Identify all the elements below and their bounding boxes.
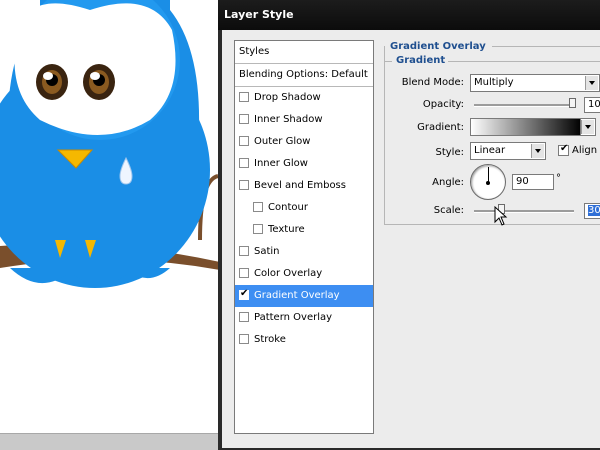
style-item-label: Stroke	[254, 334, 286, 345]
style-item[interactable]: Inner Shadow	[235, 109, 373, 131]
style-item-label: Drop Shadow	[254, 92, 321, 103]
gradient-picker-dropdown[interactable]	[580, 118, 596, 136]
style-item[interactable]: Stroke	[235, 329, 373, 351]
angle-input[interactable]: 90	[512, 174, 554, 190]
style-item-label: Contour	[268, 202, 308, 213]
group-divider-right	[448, 61, 600, 62]
align-checkbox[interactable]: ✔	[558, 143, 569, 156]
group-divider-left	[384, 61, 392, 62]
styles-list: Styles Blending Options: Default Drop Sh…	[234, 40, 374, 434]
style-item-label: Pattern Overlay	[254, 312, 333, 323]
document-canvas	[0, 0, 220, 450]
style-item-checkbox[interactable]	[253, 202, 263, 212]
style-item[interactable]: Contour	[235, 197, 373, 219]
scale-slider-track[interactable]	[474, 210, 574, 213]
scale-label: Scale:	[433, 205, 464, 216]
style-item-checkbox[interactable]: ✔	[239, 288, 249, 300]
canvas-bottom-bar	[0, 433, 220, 450]
check-icon: ✔	[560, 143, 569, 154]
angle-label: Angle:	[432, 177, 464, 188]
mouse-cursor-icon	[494, 206, 508, 226]
style-item-checkbox[interactable]	[239, 312, 249, 322]
degree-symbol: °	[556, 173, 561, 184]
dialog-titlebar[interactable]: Layer Style	[218, 0, 600, 30]
layer-style-dialog: Layer Style Styles Blending Options: Def…	[218, 0, 600, 450]
style-item[interactable]: Satin	[235, 241, 373, 263]
style-item[interactable]: Texture	[235, 219, 373, 241]
opacity-input[interactable]: 100	[584, 97, 600, 113]
gradient-label: Gradient:	[417, 122, 464, 133]
style-item[interactable]: Drop Shadow	[235, 87, 373, 109]
style-item[interactable]: Inner Glow	[235, 153, 373, 175]
style-item-label: Inner Glow	[254, 158, 308, 169]
align-label: Align w	[572, 145, 600, 156]
blending-options-item[interactable]: Blending Options: Default	[235, 64, 373, 87]
style-item-label: Satin	[254, 246, 280, 257]
bird-illustration	[0, 0, 220, 288]
blend-mode-select[interactable]: Multiply	[470, 74, 600, 92]
style-item-checkbox[interactable]	[239, 268, 249, 278]
chevron-down-icon	[581, 120, 594, 134]
gradient-group-title: Gradient	[396, 55, 446, 66]
style-select[interactable]: Linear	[470, 142, 546, 160]
style-item-checkbox[interactable]	[239, 136, 249, 146]
check-icon: ✔	[240, 288, 249, 299]
style-item[interactable]: Color Overlay	[235, 263, 373, 285]
style-item[interactable]: ✔ Gradient Overlay	[235, 285, 373, 307]
style-item-checkbox[interactable]	[239, 92, 249, 102]
style-item[interactable]: Pattern Overlay	[235, 307, 373, 329]
style-item-checkbox[interactable]	[239, 334, 249, 344]
blend-mode-label: Blend Mode:	[401, 77, 464, 88]
style-item-label: Gradient Overlay	[254, 290, 340, 301]
style-item-label: Inner Shadow	[254, 114, 323, 125]
style-item-label: Color Overlay	[254, 268, 323, 279]
style-item-checkbox[interactable]	[253, 224, 263, 234]
style-item-checkbox[interactable]	[239, 158, 249, 168]
style-item-checkbox[interactable]	[239, 246, 249, 256]
opacity-slider-track[interactable]	[474, 104, 574, 107]
scale-input[interactable]: 30	[584, 203, 600, 219]
style-item-checkbox[interactable]	[239, 114, 249, 124]
styles-header[interactable]: Styles	[235, 41, 373, 64]
chevron-down-icon	[585, 76, 598, 90]
style-item-label: Bevel and Emboss	[254, 180, 346, 191]
opacity-slider-thumb[interactable]	[569, 98, 576, 108]
dialog-title: Layer Style	[224, 8, 294, 21]
style-item[interactable]: Bevel and Emboss	[235, 175, 373, 197]
dialog-body: Styles Blending Options: Default Drop Sh…	[222, 30, 600, 448]
opacity-label: Opacity:	[422, 99, 464, 110]
style-item-checkbox[interactable]	[239, 180, 249, 190]
style-item[interactable]: Outer Glow	[235, 131, 373, 153]
angle-center	[486, 181, 490, 185]
gradient-swatch[interactable]	[470, 118, 582, 136]
style-label: Style:	[435, 147, 465, 158]
angle-dial[interactable]	[470, 164, 506, 200]
chevron-down-icon	[531, 144, 544, 158]
scale-value: 30	[588, 205, 600, 216]
style-item-label: Texture	[268, 224, 305, 235]
style-value: Linear	[474, 145, 506, 156]
style-item-label: Outer Glow	[254, 136, 311, 147]
blend-mode-value: Multiply	[474, 77, 514, 88]
